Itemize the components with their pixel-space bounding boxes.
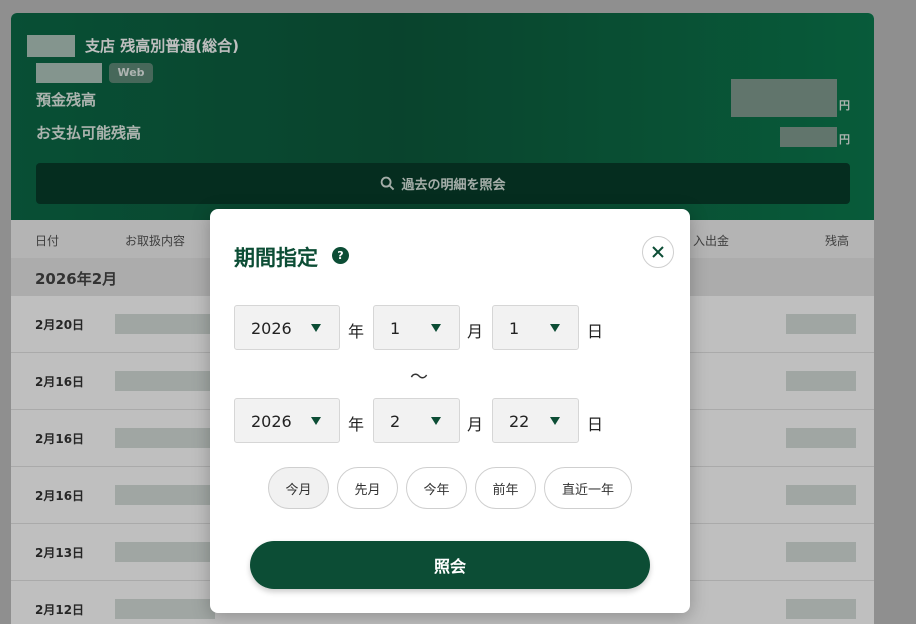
from-year-select[interactable]: 2026 [234,305,340,350]
from-day-value: 1 [509,319,520,338]
to-day-value: 22 [509,412,530,431]
to-month-select[interactable]: 2 [373,398,460,443]
month-unit: 月 [467,322,484,341]
close-icon [652,246,664,258]
day-unit: 日 [587,415,604,434]
quick-last-month-button[interactable]: 先月 [337,467,398,509]
period-modal: 期間指定 ? 2026 年 1 月 1 日 ～ 2026 年 2 月 22 日 … [210,209,690,613]
quick-this-month-button[interactable]: 今月 [268,467,329,509]
quick-this-year-button[interactable]: 今年 [406,467,467,509]
range-separator: ～ [410,367,428,388]
quick-past-year-button[interactable]: 直近一年 [544,467,632,509]
chevron-down-icon [311,324,321,332]
chevron-down-icon [431,417,441,425]
close-button[interactable] [642,236,674,268]
question-icon[interactable]: ? [332,247,349,264]
submit-button[interactable]: 照会 [250,541,650,589]
from-day-select[interactable]: 1 [492,305,579,350]
chevron-down-icon [431,324,441,332]
from-month-select[interactable]: 1 [373,305,460,350]
year-unit: 年 [348,415,365,434]
year-unit: 年 [348,322,365,341]
chevron-down-icon [550,324,560,332]
month-unit: 月 [467,415,484,434]
chevron-down-icon [311,417,321,425]
to-year-value: 2026 [251,412,292,431]
to-day-select[interactable]: 22 [492,398,579,443]
modal-title: 期間指定 [234,246,318,270]
to-month-value: 2 [390,412,401,431]
from-year-value: 2026 [251,319,292,338]
quick-last-year-button[interactable]: 前年 [475,467,536,509]
day-unit: 日 [587,322,604,341]
chevron-down-icon [550,417,560,425]
from-month-value: 1 [390,319,401,338]
to-year-select[interactable]: 2026 [234,398,340,443]
